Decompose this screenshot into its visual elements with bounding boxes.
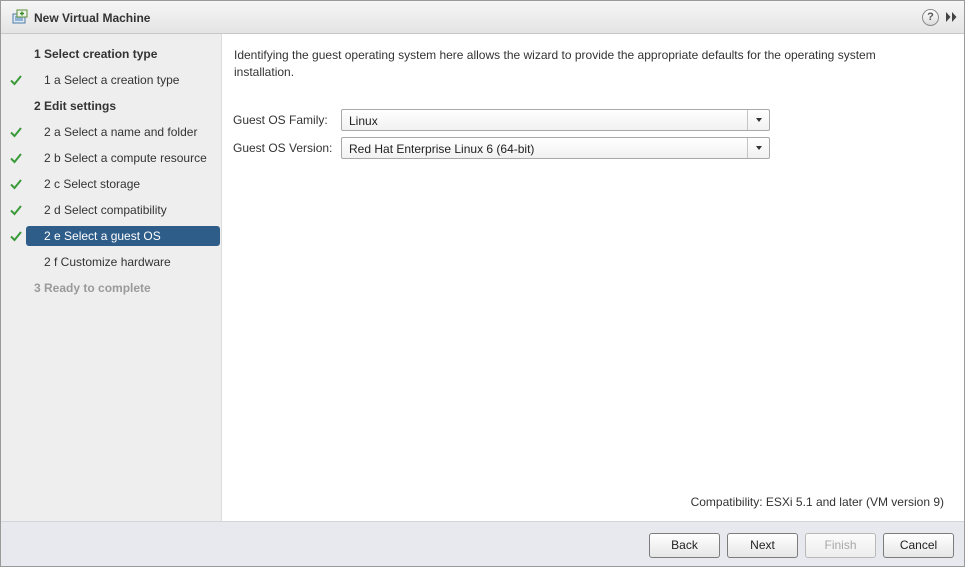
- step-label: 1 a Select a creation type: [44, 73, 180, 87]
- window-title: New Virtual Machine: [34, 11, 151, 25]
- step-ready-to-complete: 3 Ready to complete: [1, 278, 222, 298]
- wizard-steps-sidebar: 1 Select creation type 1 a Select a crea…: [1, 34, 222, 521]
- step-label: 1 Select creation type: [34, 47, 158, 61]
- step-label: 2 a Select a name and folder: [44, 125, 198, 139]
- guest-os-version-label: Guest OS Version:: [233, 141, 333, 155]
- step-1a-select-a-creation-type[interactable]: 1 a Select a creation type: [1, 70, 222, 90]
- step-2a-select-name-and-folder[interactable]: 2 a Select a name and folder: [1, 122, 222, 142]
- checkmark-icon: [10, 75, 22, 86]
- guest-os-family-value: Linux: [349, 114, 378, 128]
- checkmark-icon: [10, 179, 22, 190]
- intro-text: Identifying the guest operating system h…: [234, 48, 876, 79]
- step-2c-select-storage[interactable]: 2 c Select storage: [1, 174, 222, 194]
- step-label: 2 Edit settings: [34, 99, 117, 113]
- step-edit-settings: 2 Edit settings: [1, 96, 222, 116]
- step-label: 2 b Select a compute resource: [44, 151, 207, 165]
- cancel-button[interactable]: Cancel: [883, 533, 954, 558]
- finish-button[interactable]: Finish: [805, 533, 876, 558]
- step-2b-select-compute-resource[interactable]: 2 b Select a compute resource: [1, 148, 222, 168]
- guest-os-family-select[interactable]: Linux: [341, 109, 770, 131]
- chevron-down-icon: [756, 118, 762, 122]
- double-chevron-right-icon[interactable]: [944, 10, 958, 24]
- wizard-footer: Back Next Finish Cancel: [1, 521, 964, 566]
- help-button[interactable]: ?: [922, 9, 939, 26]
- guest-os-family-label: Guest OS Family:: [233, 113, 328, 127]
- compatibility-text: Compatibility: ESXi 5.1 and later (VM ve…: [690, 495, 944, 509]
- dropdown-toggle[interactable]: [747, 110, 769, 130]
- guest-os-version-value: Red Hat Enterprise Linux 6 (64-bit): [349, 142, 535, 156]
- checkmark-icon: [10, 205, 22, 216]
- back-button[interactable]: Back: [649, 533, 720, 558]
- step-select-creation-type: 1 Select creation type: [1, 44, 222, 64]
- step-label: 3 Ready to complete: [34, 281, 151, 295]
- guest-os-panel: Identifying the guest operating system h…: [223, 34, 964, 521]
- guest-os-version-select[interactable]: Red Hat Enterprise Linux 6 (64-bit): [341, 137, 770, 159]
- step-2e-select-guest-os[interactable]: 2 e Select a guest OS: [1, 226, 222, 246]
- step-label: 2 c Select storage: [44, 177, 141, 191]
- step-label: 2 e Select a guest OS: [44, 229, 161, 243]
- chevron-down-icon: [756, 146, 762, 150]
- checkmark-icon: [10, 153, 22, 164]
- checkmark-icon: [10, 231, 22, 242]
- step-2d-select-compatibility[interactable]: 2 d Select compatibility: [1, 200, 222, 220]
- new-vm-icon: [12, 9, 28, 24]
- step-label: 2 d Select compatibility: [44, 203, 167, 217]
- next-button[interactable]: Next: [727, 533, 798, 558]
- step-2f-customize-hardware[interactable]: 2 f Customize hardware: [1, 252, 222, 272]
- title-bar: New Virtual Machine ?: [1, 1, 964, 34]
- dropdown-toggle[interactable]: [747, 138, 769, 158]
- checkmark-icon: [10, 127, 22, 138]
- step-label: 2 f Customize hardware: [44, 255, 171, 269]
- new-vm-wizard-window: New Virtual Machine ? 1 Select creation …: [0, 0, 965, 567]
